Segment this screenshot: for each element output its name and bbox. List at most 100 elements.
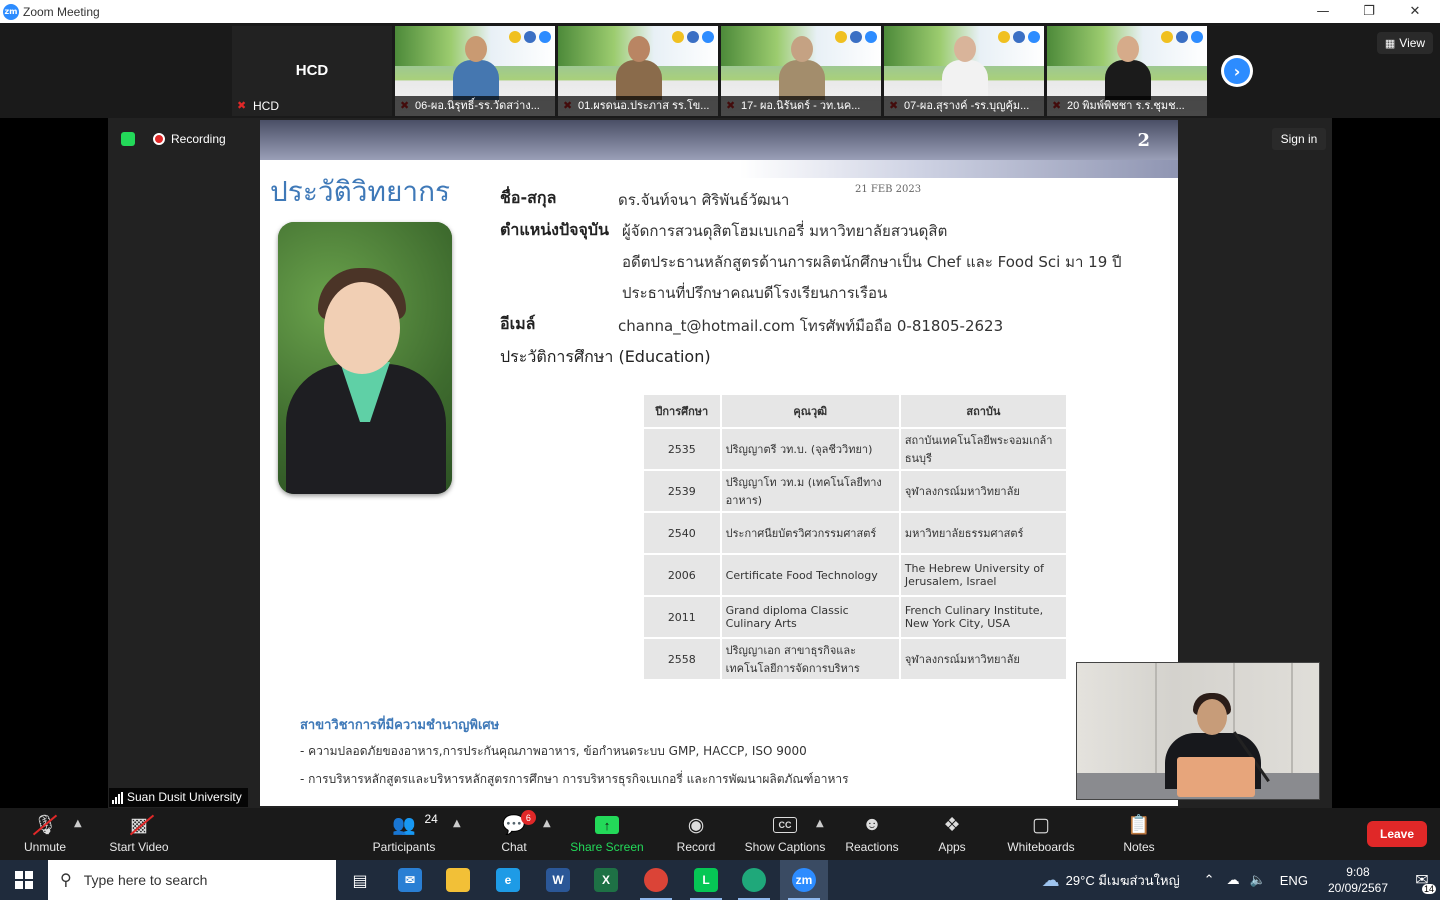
taskbar-zoom[interactable]: zm: [780, 860, 828, 900]
taskbar-internet-explorer[interactable]: e: [484, 860, 532, 900]
view-label: View: [1399, 36, 1426, 50]
cell-year: 2540: [642, 511, 722, 555]
task-view-button[interactable]: ▤: [336, 860, 384, 900]
network-icon[interactable]: ☁: [1227, 872, 1240, 888]
participant-tile[interactable]: ✖ 07-ผอ.สุรางค์ -รร.บุญคุ้ม...: [884, 26, 1044, 116]
header-degree: คุณวุฒิ: [719, 393, 901, 429]
header-year: ปีการศึกษา: [642, 393, 722, 429]
name-label: ชื่อ-สกุล: [500, 188, 557, 207]
show-captions-button[interactable]: CC Show Captions: [744, 808, 826, 860]
education-label: ประวัติการศึกษา (Education): [500, 347, 711, 366]
task-view-icon: ▤: [352, 870, 368, 890]
taskbar-file-explorer[interactable]: [434, 860, 482, 900]
unmute-label: Unmute: [23, 840, 67, 854]
taskbar-edge[interactable]: [730, 860, 778, 900]
taskbar-excel[interactable]: X: [582, 860, 630, 900]
host-tile[interactable]: HCD ✖ HCD: [232, 26, 392, 116]
weather-text[interactable]: 29°C มีเมฆส่วนใหญ่: [1066, 870, 1180, 891]
cell-institution: จุฬาลงกรณ์มหาวิทยาลัย: [898, 637, 1069, 681]
recording-label: Recording: [171, 132, 226, 146]
participant-tile[interactable]: ✖ 20 พิมพ์พิชชา ร.ร.ชุมช...: [1047, 26, 1207, 116]
unmute-button[interactable]: 🎙 Unmute: [20, 808, 70, 860]
next-page-button[interactable]: ›: [1221, 55, 1253, 87]
speaker-photo: [278, 222, 452, 494]
language-indicator[interactable]: ENG: [1280, 873, 1308, 888]
education-table: ปีการศึกษา คุณวุฒิ สถาบัน 2535 ปริญญาตรี…: [642, 393, 1069, 681]
show-captions-label: Show Captions: [744, 840, 826, 854]
position-value-3: ประธานที่ปรึกษาคณบดีโรงเรียนการเรือน: [622, 284, 888, 302]
encryption-shield-icon[interactable]: [121, 132, 135, 146]
taskbar-chrome[interactable]: [632, 860, 680, 900]
cell-degree: Certificate Food Technology: [719, 553, 901, 597]
edge-icon: [742, 868, 766, 892]
windows-start-button[interactable]: [0, 860, 48, 900]
whiteboard-icon: ▢: [1032, 814, 1050, 836]
taskbar-word[interactable]: W: [534, 860, 582, 900]
host-name-big: HCD: [295, 62, 329, 79]
taskbar-mail[interactable]: ✉: [386, 860, 434, 900]
sign-in-button[interactable]: Sign in: [1272, 128, 1326, 150]
expertise-line-1: - ความปลอดภัยของอาหาร,การประกันคุณภาพอาห…: [300, 744, 807, 758]
cell-year: 2011: [642, 595, 722, 639]
chat-button[interactable]: 💬 6 Chat: [494, 808, 536, 860]
record-label: Record: [676, 840, 716, 854]
expertise-line-2: - การบริหารหลักสูตรและบริหารหลักสูตรการศ…: [300, 772, 849, 786]
start-video-button[interactable]: ▩ Start Video: [105, 808, 173, 860]
cell-year: 2539: [642, 469, 722, 513]
record-button[interactable]: ◉ Record: [674, 808, 718, 860]
windows-taskbar: ⚲ Type here to search ▤ ✉ e W X L zm ☁ 2…: [0, 860, 1440, 900]
slide-date: 21 FEB 2023: [855, 184, 922, 195]
grid-icon: ▦: [1384, 37, 1396, 50]
restore-button[interactable]: ❐: [1346, 0, 1392, 23]
shared-slide: 2 ประวัติวิทยากร 21 FEB 2023 ชื่อ-สกุล ด…: [260, 120, 1178, 806]
clock-date: 20/09/2567: [1327, 881, 1388, 895]
weather-cloud-icon[interactable]: ☁: [1042, 870, 1060, 891]
host-name-label: HCD: [253, 99, 279, 113]
taskbar-line[interactable]: L: [682, 860, 730, 900]
table-row: 2011 Grand diploma Classic Culinary Arts…: [642, 595, 1069, 639]
self-view-video[interactable]: [1076, 662, 1320, 800]
table-row: 2006 Certificate Food Technology The Heb…: [642, 553, 1069, 597]
view-button[interactable]: ▦ View: [1377, 32, 1433, 54]
whiteboards-button[interactable]: ▢ Whiteboards: [1004, 808, 1078, 860]
participant-tile[interactable]: ✖ 06-ผอ.นิรุทธิ์-รร.วัดสว่าง...: [395, 26, 555, 116]
apps-button[interactable]: ❖ Apps: [934, 808, 970, 860]
chat-label: Chat: [501, 840, 527, 854]
participants-button[interactable]: 👥 24 Participants: [370, 808, 438, 860]
notifications-button[interactable]: ✉ 14: [1404, 860, 1440, 900]
recording-indicator[interactable]: Recording: [153, 130, 226, 148]
leave-button[interactable]: Leave: [1367, 821, 1427, 847]
reactions-button[interactable]: ☻ Reactions: [844, 808, 900, 860]
position-label: ตำแหน่งปัจจุบัน: [500, 220, 609, 239]
cell-degree: Grand diploma Classic Culinary Arts: [719, 595, 901, 639]
captions-options-caret-icon[interactable]: ▲: [816, 818, 824, 829]
video-off-icon: ▩: [129, 812, 155, 838]
cell-institution: The Hebrew University of Jerusalem, Isra…: [898, 553, 1069, 597]
slide-page-number: 2: [1137, 130, 1150, 151]
cell-degree: ประกาศนียบัตรวิศวกรรมศาสตร์: [719, 511, 901, 555]
minimize-button[interactable]: —: [1300, 0, 1346, 23]
share-screen-button[interactable]: ↑ Share Screen: [570, 808, 644, 860]
close-window-button[interactable]: ✕: [1392, 0, 1438, 23]
name-value: ดร.จันท์จนา ศิริพันธ์วัฒนา: [618, 191, 790, 209]
microphone-muted-icon: 🎙: [32, 812, 58, 838]
participant-tile[interactable]: ✖ 01.ผรดนอ.ประภาส รร.โข...: [558, 26, 718, 116]
participants-options-caret-icon[interactable]: ▲: [453, 818, 461, 829]
slide-header-band: 2: [260, 120, 1178, 160]
cell-institution: มหาวิทยาลัยธรรมศาสตร์: [898, 511, 1069, 555]
chat-bubble-icon: 💬 6: [502, 810, 536, 838]
record-icon: ◉: [687, 814, 705, 836]
position-value-2: อดีตประธานหลักสูตรด้านการผลิตนักศึกษาเป็…: [622, 253, 1122, 271]
chat-options-caret-icon[interactable]: ▲: [543, 818, 551, 829]
participant-name: 17- ผอ.นิรันดร์ - วท.นค...: [721, 96, 881, 116]
clock[interactable]: 9:08 20/09/2567: [1328, 864, 1388, 896]
audio-options-caret-icon[interactable]: ▲: [74, 818, 82, 829]
notes-button[interactable]: 📋 Notes: [1120, 808, 1158, 860]
taskbar-search-box[interactable]: ⚲ Type here to search: [48, 860, 336, 900]
participant-tile[interactable]: ✖ 17- ผอ.นิรันดร์ - วท.นค...: [721, 26, 881, 116]
participant-name: 06-ผอ.นิรุทธิ์-รร.วัดสว่าง...: [395, 96, 555, 116]
table-row: 2535 ปริญญาตรี วท.บ. (จุลชีววิทยา) สถาบั…: [642, 427, 1069, 471]
cell-year: 2535: [642, 427, 722, 471]
chevron-up-icon[interactable]: ⌃: [1204, 872, 1215, 888]
volume-icon[interactable]: 🔈: [1250, 872, 1266, 888]
